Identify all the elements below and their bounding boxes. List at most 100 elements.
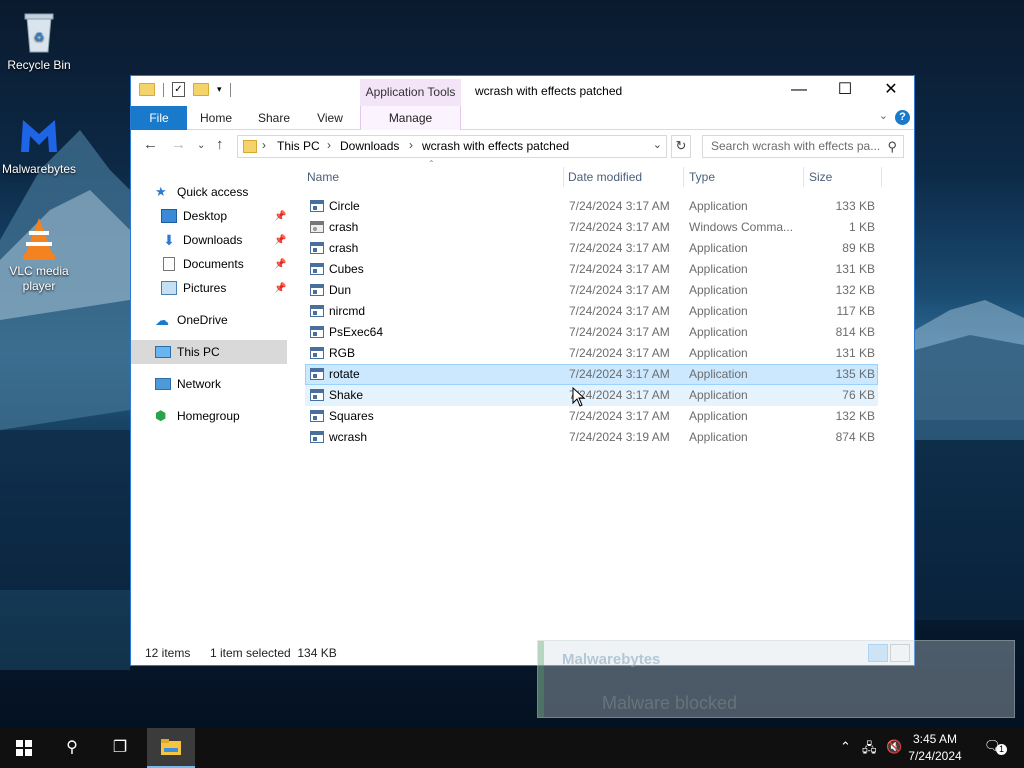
chevron-right-icon[interactable]: › — [262, 138, 266, 152]
file-type: Application — [689, 346, 748, 360]
file-row[interactable]: Cubes 7/24/2024 3:17 AM Application 131 … — [305, 259, 878, 280]
nav-label: Downloads — [183, 233, 243, 247]
maximize-button[interactable]: ☐ — [822, 76, 868, 106]
application-icon — [310, 410, 324, 422]
file-row[interactable]: Dun 7/24/2024 3:17 AM Application 132 KB — [305, 280, 878, 301]
file-size: 76 KB — [842, 388, 875, 402]
expand-ribbon-icon[interactable]: ⌄ — [879, 109, 888, 122]
application-icon — [310, 431, 324, 443]
network-tray-icon[interactable]: 🖧 — [862, 739, 877, 761]
refresh-button[interactable]: ↻ — [671, 135, 691, 158]
file-row[interactable]: nircmd 7/24/2024 3:17 AM Application 117… — [305, 301, 878, 322]
file-row-hovered[interactable]: Shake 7/24/2024 3:17 AM Application 76 K… — [305, 385, 878, 406]
recent-locations-icon[interactable]: ⌄ — [197, 140, 205, 151]
pin-icon[interactable]: 📌 — [274, 235, 286, 246]
column-divider[interactable] — [563, 167, 564, 187]
up-arrow-icon[interactable]: ↑ — [216, 136, 224, 153]
file-row[interactable]: RGB 7/24/2024 3:17 AM Application 131 KB — [305, 343, 878, 364]
file-row-selected[interactable]: rotate 7/24/2024 3:17 AM Application 135… — [305, 364, 878, 385]
breadcrumb-this-pc[interactable]: This PC — [277, 139, 320, 153]
properties-icon[interactable]: ✓ — [172, 82, 185, 97]
column-divider[interactable] — [881, 167, 882, 187]
nav-label: Quick access — [177, 185, 249, 199]
file-size: 1 KB — [848, 220, 875, 234]
chevron-down-icon[interactable]: ⌄ — [653, 138, 662, 151]
file-name: wcrash — [329, 430, 368, 444]
task-view-button[interactable]: ❐ — [96, 728, 144, 768]
column-header-type[interactable]: Type — [689, 166, 715, 188]
desktop-icon-recycle-bin[interactable]: ♻ Recycle Bin — [1, 8, 77, 73]
tab-view[interactable]: View — [307, 106, 353, 130]
chevron-right-icon[interactable]: › — [327, 138, 331, 152]
file-row[interactable]: PsExec64 7/24/2024 3:17 AM Application 8… — [305, 322, 878, 343]
forward-arrow-icon[interactable]: → — [171, 136, 186, 153]
help-icon[interactable]: ? — [895, 110, 910, 125]
document-icon — [163, 256, 175, 271]
file-row[interactable]: wcrash 7/24/2024 3:19 AM Application 874… — [305, 427, 878, 448]
action-center-button[interactable]: 🗨 1 — [984, 738, 1007, 755]
nav-downloads[interactable]: ⬇ Downloads — [161, 229, 242, 251]
nav-network[interactable]: Network — [155, 373, 221, 395]
navigation-bar: ← → ⌄ ↑ › This PC › Downloads › wcrash w… — [131, 131, 914, 161]
column-header-date[interactable]: Date modified — [568, 166, 642, 188]
malwarebytes-toast-notification[interactable]: Malwarebytes Malware blocked — [537, 640, 1015, 718]
desktop-icon-label: Recycle Bin — [7, 58, 71, 72]
svg-text:♻: ♻ — [34, 30, 45, 44]
file-size: 89 KB — [842, 241, 875, 255]
new-folder-icon[interactable] — [193, 83, 209, 96]
breadcrumb-downloads[interactable]: Downloads — [340, 139, 399, 153]
nav-onedrive[interactable]: ☁ OneDrive — [155, 309, 228, 331]
close-button[interactable]: ✕ — [868, 76, 914, 106]
file-name: rotate — [329, 367, 360, 381]
tab-manage[interactable]: Manage — [360, 106, 461, 130]
qat-dropdown-icon[interactable]: ▾ — [217, 84, 222, 95]
desktop-icon-vlc[interactable]: VLC media player — [1, 214, 77, 294]
column-header-size[interactable]: Size — [809, 166, 832, 188]
star-icon: ★ — [155, 183, 167, 199]
file-type: Application — [689, 283, 748, 297]
back-arrow-icon[interactable]: ← — [143, 136, 158, 153]
search-input[interactable]: Search wcrash with effects pa... ⚲ — [702, 135, 904, 158]
nav-quick-access[interactable]: ★ Quick access — [155, 181, 248, 203]
nav-homegroup[interactable]: ⬢ Homegroup — [155, 405, 240, 427]
nav-this-pc[interactable]: This PC — [155, 341, 220, 363]
vlc-icon — [15, 214, 63, 262]
nav-pictures[interactable]: Pictures — [161, 277, 226, 299]
file-row[interactable]: Circle 7/24/2024 3:17 AM Application 133… — [305, 196, 878, 217]
tab-share[interactable]: Share — [251, 106, 297, 130]
search-button[interactable]: ⚲ — [48, 728, 96, 768]
column-divider[interactable] — [803, 167, 804, 187]
minimize-button[interactable]: — — [776, 76, 822, 106]
file-size: 132 KB — [835, 283, 875, 297]
nav-documents[interactable]: Documents — [161, 253, 244, 275]
pin-icon[interactable]: 📌 — [274, 211, 286, 222]
show-hidden-icons-button[interactable]: ⌃ — [840, 739, 851, 755]
file-row[interactable]: Squares 7/24/2024 3:17 AM Application 13… — [305, 406, 878, 427]
item-count: 12 items — [145, 646, 191, 660]
application-icon — [310, 326, 324, 338]
system-clock[interactable]: 3:45 AM 7/24/2024 — [898, 731, 972, 765]
tab-home[interactable]: Home — [193, 106, 239, 130]
title-bar[interactable]: ✓ ▾ Application Tools wcrash with effect… — [131, 76, 914, 106]
pin-icon[interactable]: 📌 — [274, 283, 286, 294]
file-date: 7/24/2024 3:17 AM — [569, 262, 670, 276]
nav-desktop[interactable]: Desktop — [161, 205, 227, 227]
file-explorer-taskbar-button[interactable] — [147, 728, 195, 768]
file-row[interactable]: crash 7/24/2024 3:17 AM Windows Comma...… — [305, 217, 878, 238]
tab-file[interactable]: File — [131, 106, 187, 130]
chevron-right-icon[interactable]: › — [409, 138, 413, 152]
start-button[interactable] — [0, 728, 48, 768]
column-divider[interactable] — [683, 167, 684, 187]
breadcrumb-current-folder[interactable]: wcrash with effects patched — [422, 139, 569, 153]
file-type: Application — [689, 325, 748, 339]
column-header-name[interactable]: Name — [307, 166, 339, 188]
desktop-icon-malwarebytes[interactable]: Malwarebytes — [1, 112, 77, 177]
mouse-cursor-icon — [572, 387, 586, 407]
pin-icon[interactable]: 📌 — [274, 259, 286, 270]
file-date: 7/24/2024 3:17 AM — [569, 325, 670, 339]
file-name: PsExec64 — [329, 325, 384, 339]
file-date: 7/24/2024 3:17 AM — [569, 283, 670, 297]
file-size: 135 KB — [835, 367, 875, 381]
address-bar[interactable]: › This PC › Downloads › wcrash with effe… — [237, 135, 667, 158]
file-row[interactable]: crash 7/24/2024 3:17 AM Application 89 K… — [305, 238, 878, 259]
